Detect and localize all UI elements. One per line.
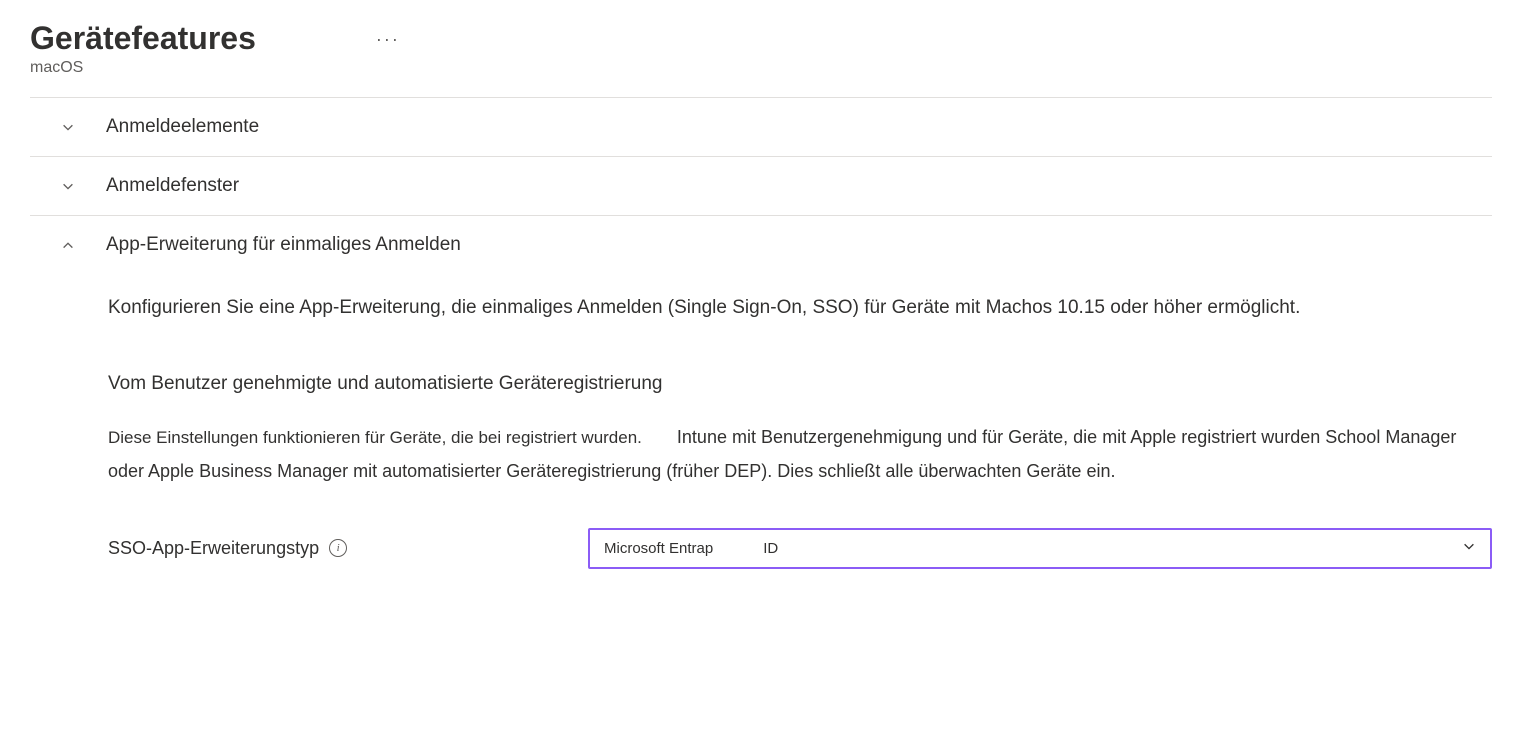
accordion-content: Konfigurieren Sie eine App-Erweiterung, … (30, 274, 1492, 599)
section-subtitle: Vom Benutzer genehmigte und automatisier… (108, 373, 1492, 395)
accordion-label: Anmeldeelemente (106, 116, 259, 138)
chevron-down-icon (60, 119, 76, 135)
dropdown-value-part1: Microsoft Entrap (604, 540, 713, 557)
chevron-down-icon (1462, 539, 1476, 558)
sso-type-dropdown[interactable]: Microsoft Entrap ID (588, 528, 1492, 569)
page-subtitle: macOS (30, 59, 1492, 77)
dropdown-value-part2: ID (763, 540, 778, 557)
accordion-section: App-Erweiterung für einmaliges Anmelden … (30, 215, 1492, 599)
field-label: SSO-App-Erweiterungstyp i (108, 538, 568, 559)
dropdown-selected-value: Microsoft Entrap ID (604, 540, 778, 557)
chevron-up-icon (60, 237, 76, 253)
accordion-header-login-window[interactable]: Anmeldefenster (30, 157, 1492, 215)
field-label-text: SSO-App-Erweiterungstyp (108, 538, 319, 559)
accordion-label: Anmeldefenster (106, 175, 239, 197)
chevron-down-icon (60, 178, 76, 194)
page-title: Gerätefeatures (30, 20, 256, 57)
accordion-header-login-items[interactable]: Anmeldeelemente (30, 98, 1492, 156)
accordion-header-sso-extension[interactable]: App-Erweiterung für einmaliges Anmelden (30, 216, 1492, 274)
field-row: SSO-App-Erweiterungstyp i Microsoft Entr… (108, 528, 1492, 569)
more-actions-icon[interactable]: ··· (376, 29, 400, 50)
section-body-part1: Diese Einstellungen funktionieren für Ge… (108, 428, 642, 447)
accordion-label: App-Erweiterung für einmaliges Anmelden (106, 234, 461, 256)
accordion-section: Anmeldefenster (30, 156, 1492, 215)
section-description: Konfigurieren Sie eine App-Erweiterung, … (108, 294, 1492, 323)
info-icon[interactable]: i (329, 539, 347, 557)
accordion-section: Anmeldeelemente (30, 97, 1492, 156)
section-body: Diese Einstellungen funktionieren für Ge… (108, 420, 1492, 488)
